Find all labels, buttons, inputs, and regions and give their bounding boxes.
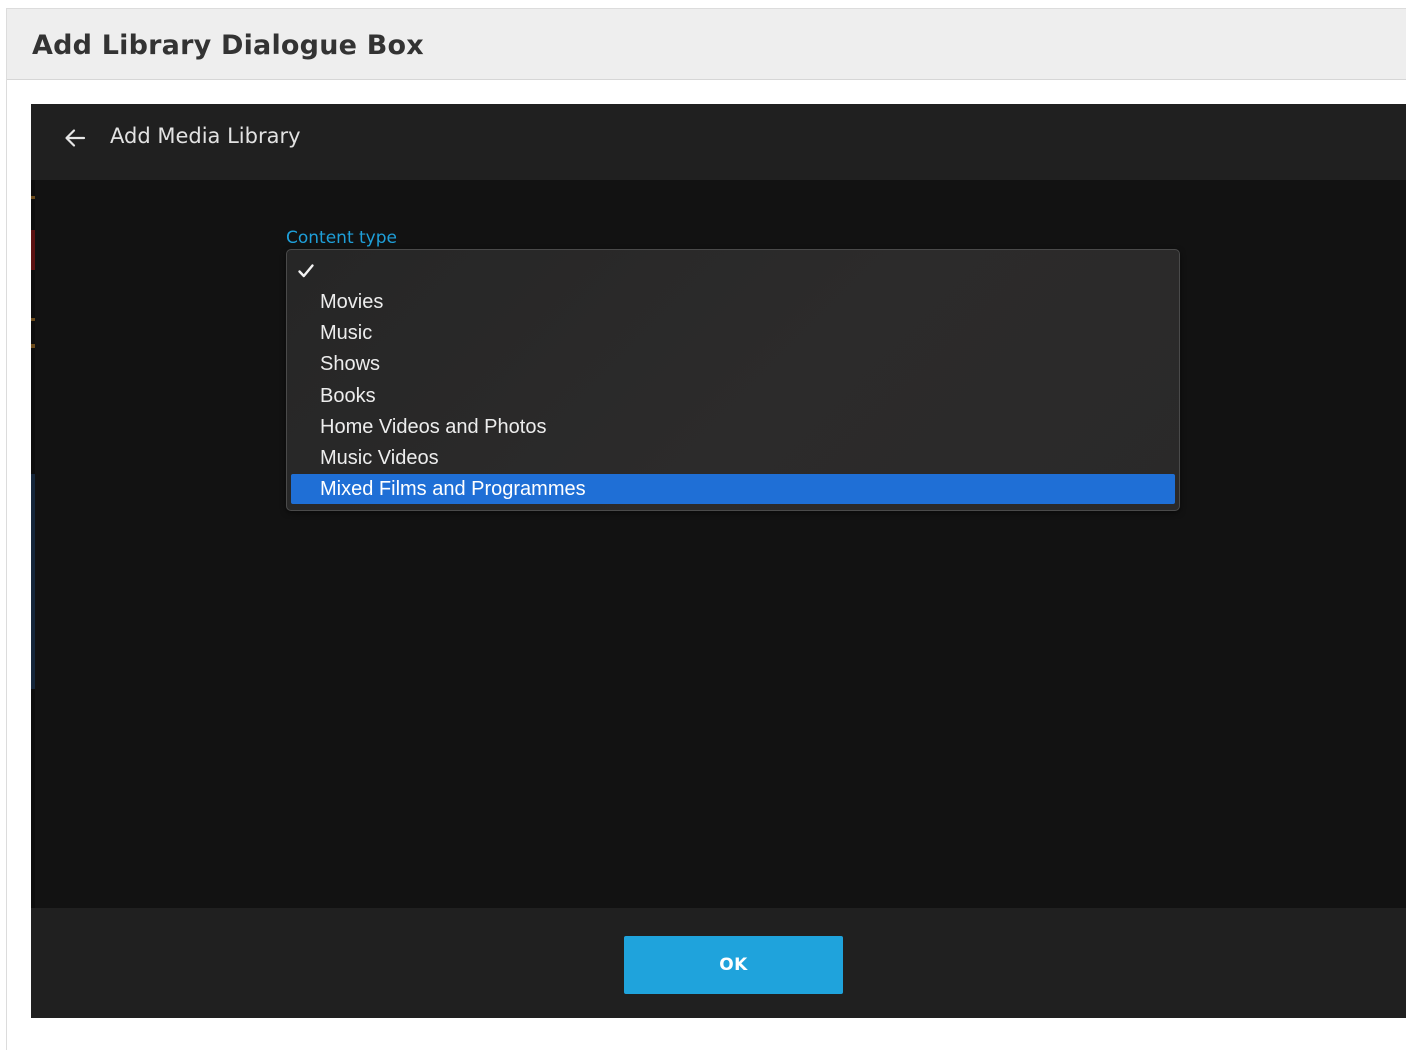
- document-header: Add Library Dialogue Box: [7, 9, 1406, 80]
- edge-mark: [31, 230, 35, 270]
- edge-mark: [31, 196, 35, 199]
- edge-mark: [31, 344, 35, 348]
- app-header-bar: Add Media Library: [31, 104, 1406, 180]
- option-movies[interactable]: Movies: [291, 287, 1175, 317]
- edge-mark: [31, 318, 35, 321]
- app-page-title: Add Media Library: [110, 124, 301, 148]
- document-title: Add Library Dialogue Box: [32, 30, 424, 61]
- ok-button[interactable]: OK: [624, 936, 843, 994]
- option-mixed-films-and-programmes[interactable]: Mixed Films and Programmes: [291, 474, 1175, 504]
- content-type-label: Content type: [286, 228, 397, 248]
- checkmark-icon: [297, 262, 315, 280]
- page: Add Library Dialogue Box Add Media Libra…: [0, 0, 1406, 1050]
- option-shows[interactable]: Shows: [291, 349, 1175, 379]
- back-button[interactable]: [59, 122, 91, 154]
- app-screenshot: Add Media Library Content type Movies Mu…: [31, 104, 1406, 1018]
- edge-mark: [31, 474, 35, 689]
- option-music[interactable]: Music: [291, 318, 1175, 348]
- left-edge-strip: [31, 104, 35, 1018]
- option-home-videos-and-photos[interactable]: Home Videos and Photos: [291, 412, 1175, 442]
- option-books[interactable]: Books: [291, 381, 1175, 411]
- app-footer-bar: OK: [31, 908, 1406, 1018]
- content-type-dropdown[interactable]: Movies Music Shows Books Home Videos and…: [286, 249, 1180, 511]
- current-selection-row[interactable]: [287, 254, 1179, 284]
- option-music-videos[interactable]: Music Videos: [291, 443, 1175, 473]
